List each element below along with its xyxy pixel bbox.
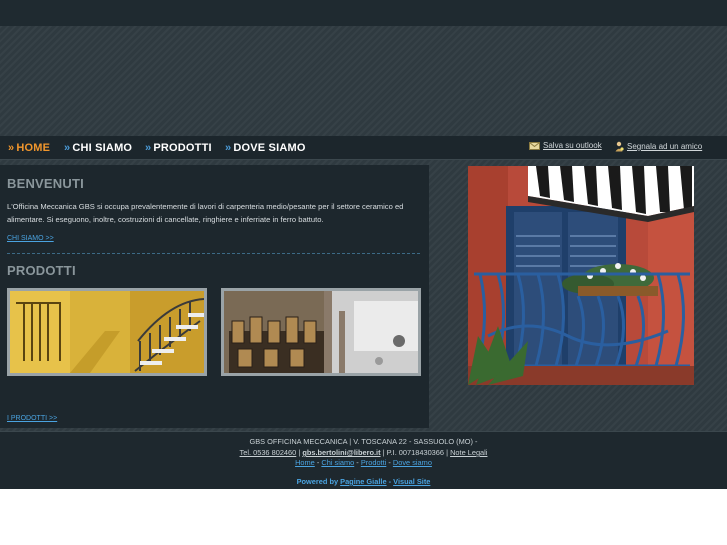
chevron-icon: »	[145, 142, 152, 154]
machinery-photo	[224, 291, 418, 373]
chevron-icon: »	[225, 142, 232, 154]
products-title: PRODOTTI	[7, 263, 76, 278]
tell-friend-label: Segnala ad un amico	[627, 142, 703, 151]
header-banner	[0, 26, 727, 136]
staircase-photo	[10, 291, 204, 373]
top-bar	[0, 0, 727, 26]
footer-nav-links: Home - Chi siamo - Prodotti - Dove siamo	[0, 458, 727, 467]
footer-powered-label: Powered by	[296, 477, 339, 486]
footer-pipe: |	[446, 448, 448, 457]
footer-visual-site-link[interactable]: Visual Site	[393, 477, 430, 486]
footer-link-home[interactable]: Home	[295, 458, 315, 467]
footer-powered-sep: -	[388, 477, 392, 486]
footer-company-line: GBS OFFICINA MECCANICA | V. TOSCANA 22 -…	[249, 437, 478, 446]
nav-home-label: HOME	[16, 142, 51, 154]
footer-link-sep: -	[316, 458, 320, 467]
product-image-staircase[interactable]	[7, 288, 207, 376]
chevron-icon: »	[8, 142, 15, 154]
footer-pipe: |	[298, 448, 301, 457]
footer: GBS OFFICINA MECCANICA | V. TOSCANA 22 -…	[0, 431, 727, 489]
footer-link-chi-siamo[interactable]: Chi siamo	[321, 458, 354, 467]
hero-balcony-photo	[468, 166, 694, 385]
save-outlook-label: Salva su outlook	[543, 141, 602, 150]
friend-icon	[615, 141, 624, 152]
footer-link-dove-siamo[interactable]: Dove siamo	[393, 458, 432, 467]
footer-piva: P.I. 00718430366	[386, 448, 445, 457]
save-outlook-link[interactable]: Salva su outlook	[529, 141, 602, 150]
nav-home[interactable]: » HOME	[8, 142, 50, 154]
nav-dove-siamo-label: DOVE SIAMO	[233, 142, 306, 154]
footer-powered-line: Powered by Pagine Gialle - Visual Site	[0, 477, 727, 486]
product-image-machinery[interactable]	[221, 288, 421, 376]
footer-link-sep: -	[388, 458, 391, 467]
footer-link-sep: -	[356, 458, 359, 467]
chi-siamo-link[interactable]: CHI SIAMO >>	[7, 235, 54, 242]
chevron-icon: »	[64, 142, 71, 154]
section-divider	[7, 253, 420, 254]
prodotti-link[interactable]: I PRODOTTI >>	[7, 415, 57, 422]
footer-pagine-gialle-link[interactable]: Pagine Gialle	[340, 477, 386, 486]
footer-tel[interactable]: Tel. 0536 802460	[240, 448, 297, 457]
outlook-icon	[529, 141, 540, 150]
welcome-text: L'Officina Meccanica GBS si occupa preva…	[7, 202, 404, 224]
footer-pipe: |	[382, 448, 385, 457]
nav-prodotti-label: PRODOTTI	[153, 142, 212, 154]
footer-email[interactable]: gbs.bertolini@libero.it	[302, 448, 380, 457]
tell-friend-link[interactable]: Segnala ad un amico	[615, 141, 702, 152]
welcome-title: BENVENUTI	[7, 176, 84, 191]
balcony-illustration	[468, 166, 694, 385]
footer-link-prodotti[interactable]: Prodotti	[361, 458, 386, 467]
main-navigation: » HOME » CHI SIAMO » PRODOTTI » DOVE SIAMO S…	[0, 136, 727, 160]
nav-chi-siamo-label: CHI SIAMO	[72, 142, 133, 154]
footer-contact-line: Tel. 0536 802460 | gbs.bertolini@libero.…	[0, 448, 727, 457]
nav-prodotti[interactable]: » PRODOTTI	[145, 142, 212, 154]
nav-dove-siamo[interactable]: » DOVE SIAMO	[225, 142, 306, 154]
nav-chi-siamo[interactable]: » CHI SIAMO	[64, 142, 132, 154]
footer-legal-link[interactable]: Note Legali	[450, 448, 487, 457]
